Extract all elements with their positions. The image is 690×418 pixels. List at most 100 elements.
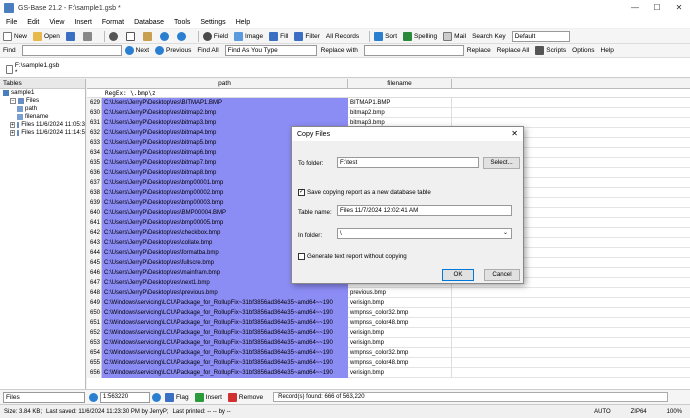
filter-button[interactable]: Filter (294, 31, 320, 41)
row-number[interactable]: 631 (87, 118, 102, 128)
filename-cell[interactable]: verisign.bmp (348, 368, 452, 378)
row-number[interactable]: 630 (87, 108, 102, 118)
redo-button[interactable] (176, 31, 188, 41)
all-records-button[interactable]: All Records (326, 33, 359, 40)
row-number[interactable]: 648 (87, 288, 102, 298)
dialog-close-icon[interactable]: ✕ (511, 129, 518, 138)
row-number[interactable]: 650 (87, 308, 102, 318)
row-number[interactable]: 629 (87, 98, 102, 108)
column-header-filename[interactable]: filename (348, 79, 452, 89)
copy-button[interactable] (125, 31, 137, 41)
image-button[interactable]: Image (234, 31, 263, 41)
path-cell[interactable]: C:\Users\JerryP\Desktop\res\previous.bmp (102, 288, 348, 298)
filter-row[interactable]: RegEx: \.bmp\z (87, 89, 690, 98)
next-button[interactable]: Next (124, 46, 149, 55)
path-cell[interactable]: C:\Windows\servicing\LCU\Package_for_Rol… (102, 328, 348, 338)
close-button[interactable]: ✕ (668, 0, 690, 16)
row-number[interactable]: 641 (87, 218, 102, 228)
sort-button[interactable]: Sort (374, 31, 397, 41)
table-row[interactable]: 651 C:\Windows\servicing\LCU\Package_for_… (87, 318, 690, 328)
row-number[interactable]: 640 (87, 208, 102, 218)
menu-file[interactable]: File (6, 19, 17, 26)
fill-button[interactable]: Fill (269, 31, 288, 41)
collapse-icon[interactable]: − (10, 98, 16, 104)
row-number[interactable]: 638 (87, 188, 102, 198)
filename-cell[interactable]: verisign.bmp (348, 298, 452, 308)
row-number[interactable]: 656 (87, 368, 102, 378)
next-record-icon[interactable] (152, 392, 161, 402)
table-row[interactable]: 653 C:\Windows\servicing\LCU\Package_for_… (87, 338, 690, 348)
row-number[interactable]: 637 (87, 178, 102, 188)
save-button[interactable] (65, 31, 77, 41)
generate-text-checkbox[interactable] (298, 253, 305, 260)
flag-button[interactable]: Flag (165, 392, 189, 402)
prev-record-icon[interactable] (89, 392, 98, 402)
path-cell[interactable]: C:\Windows\servicing\LCU\Package_for_Rol… (102, 298, 348, 308)
row-number[interactable]: 655 (87, 358, 102, 368)
expand-icon[interactable]: + (10, 130, 15, 136)
path-cell[interactable]: C:\Users\JerryP\Desktop\res\bitmap2.bmp (102, 108, 348, 118)
row-number[interactable]: 635 (87, 158, 102, 168)
table-row[interactable]: 656 C:\Windows\servicing\LCU\Package_for_… (87, 368, 690, 378)
table-row[interactable]: 655 C:\Windows\servicing\LCU\Package_for_… (87, 358, 690, 368)
replace-input[interactable] (363, 45, 464, 56)
tab-sample1[interactable]: F:\sample1.gsb * (3, 60, 63, 78)
path-cell[interactable]: C:\Windows\servicing\LCU\Package_for_Rol… (102, 318, 348, 328)
filename-cell[interactable]: wmpnss_color48.bmp (348, 358, 452, 368)
find-mode-dropdown[interactable]: Find As You Type (224, 45, 317, 56)
menu-settings[interactable]: Settings (200, 19, 225, 26)
minimize-button[interactable]: — (624, 0, 646, 16)
path-cell[interactable]: C:\Windows\servicing\LCU\Package_for_Rol… (102, 358, 348, 368)
table-row[interactable]: 654 C:\Windows\servicing\LCU\Package_for_… (87, 348, 690, 358)
row-number[interactable]: 639 (87, 198, 102, 208)
save-report-checkbox[interactable]: ✓ (298, 189, 305, 196)
menu-format[interactable]: Format (102, 19, 124, 26)
column-header-path[interactable]: path (102, 79, 348, 89)
replace-button[interactable]: Replace (467, 47, 491, 54)
row-number[interactable]: 644 (87, 248, 102, 258)
find-all-button[interactable]: Find All (197, 47, 218, 54)
menu-database[interactable]: Database (134, 19, 164, 26)
remove-record-button[interactable]: Remove (227, 392, 263, 402)
table-name-input[interactable]: Files 11/7/2024 12:02:41 AM (337, 205, 512, 216)
menu-view[interactable]: View (49, 19, 64, 26)
sidebar-item[interactable]: + Files 11/6/2024 11:05:3 (0, 121, 85, 129)
mail-button[interactable]: Mail (443, 31, 466, 41)
sidebar-item[interactable]: sample1 (0, 89, 85, 97)
table-row[interactable]: 652 C:\Windows\servicing\LCU\Package_for_… (87, 328, 690, 338)
cancel-button[interactable]: Cancel (484, 269, 520, 281)
row-number[interactable]: 647 (87, 278, 102, 288)
path-cell[interactable]: C:\Windows\servicing\LCU\Package_for_Rol… (102, 338, 348, 348)
previous-button[interactable]: Previous (155, 46, 191, 55)
filename-cell[interactable]: wmpnss_color32.bmp (348, 348, 452, 358)
filename-cell[interactable]: BITMAP1.BMP (348, 98, 452, 108)
help-button[interactable]: Help (601, 47, 614, 54)
menu-edit[interactable]: Edit (27, 19, 39, 26)
select-folder-button[interactable]: Select... (483, 157, 520, 169)
insert-record-button[interactable]: Insert (194, 392, 222, 402)
find-input[interactable] (21, 45, 122, 56)
ok-button[interactable]: OK (442, 269, 474, 281)
table-row[interactable]: 650 C:\Windows\servicing\LCU\Package_for_… (87, 308, 690, 318)
row-number[interactable]: 642 (87, 228, 102, 238)
new-button[interactable]: New (3, 31, 27, 41)
sidebar-item[interactable]: + Files 11/6/2024 11:14:5 (0, 129, 85, 137)
menu-insert[interactable]: Insert (74, 19, 92, 26)
zoom-level[interactable]: 100% (667, 409, 682, 415)
table-row[interactable]: 629 C:\Users\JerryP\Desktop\res\BITMAP1.B… (87, 98, 690, 108)
sidebar-item[interactable]: − Files (0, 97, 85, 105)
in-folder-dropdown[interactable]: \ ⌄ (337, 228, 512, 239)
filename-cell[interactable]: wmpnss_color32.bmp (348, 308, 452, 318)
record-number-input[interactable]: 1:563220 (100, 391, 150, 403)
spelling-button[interactable]: Spelling (403, 31, 437, 41)
row-number[interactable]: 632 (87, 128, 102, 138)
row-number[interactable]: 652 (87, 328, 102, 338)
filename-cell[interactable]: previous.bmp (348, 288, 452, 298)
row-number[interactable]: 633 (87, 138, 102, 148)
menu-help[interactable]: Help (236, 19, 250, 26)
search-key-dropdown[interactable]: Default (511, 30, 570, 42)
row-number[interactable]: 643 (87, 238, 102, 248)
path-cell[interactable]: C:\Windows\servicing\LCU\Package_for_Rol… (102, 308, 348, 318)
table-selector-dropdown[interactable]: Files (3, 391, 85, 403)
undo-button[interactable] (159, 31, 171, 41)
